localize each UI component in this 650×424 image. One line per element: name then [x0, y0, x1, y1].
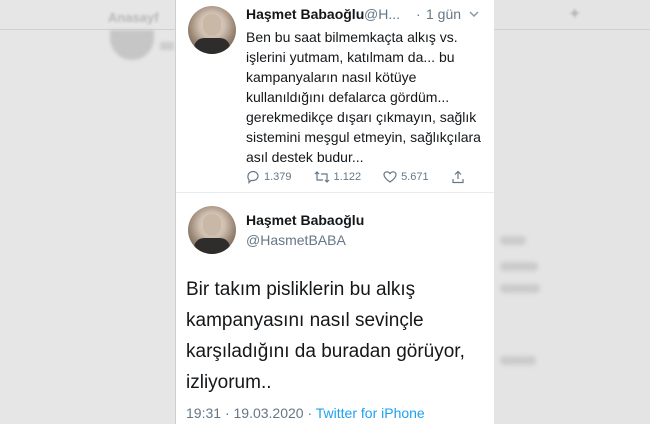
tweet2-separator: · — [307, 405, 313, 421]
retweet-icon — [314, 171, 329, 183]
tweet2-time[interactable]: 19:31 — [186, 405, 221, 421]
tweet1-author-name[interactable]: Haşmet Babaoğlu — [246, 6, 364, 22]
tweet-divider — [176, 192, 494, 193]
background-blurred-text — [500, 262, 538, 271]
share-icon — [451, 170, 464, 184]
tweet-card: Haşmet Babaoğlu @H... · 1 gün Ben bu saa… — [176, 0, 494, 424]
retweet-button[interactable]: 1.122 — [314, 170, 362, 184]
tweet2-meta: 19:31 · 19.03.2020 · Twitter for iPhone — [186, 405, 425, 421]
background-left-panel — [0, 0, 176, 424]
avatar[interactable] — [188, 206, 236, 254]
background-blurred-text — [500, 236, 526, 245]
like-icon — [383, 171, 397, 183]
tweet1-separator: · — [416, 6, 421, 22]
reply-button[interactable]: 1.379 — [246, 170, 292, 184]
tweet2-author-handle[interactable]: @HasmetBABA — [246, 232, 346, 248]
tweet2-source-link[interactable]: Twitter for iPhone — [316, 405, 425, 421]
avatar[interactable] — [188, 6, 236, 54]
like-count: 5.671 — [401, 171, 429, 183]
sparkle-icon: ✦ — [568, 6, 582, 23]
chevron-down-icon[interactable] — [468, 8, 480, 20]
tweet2-text: Bir takım pisliklerin bu alkış kampanyas… — [186, 279, 465, 393]
tweet1-actions: 1.379 1.122 5.671 — [246, 168, 476, 186]
tweet2-separator: · — [224, 405, 230, 421]
tweet2-author-name[interactable]: Haşmet Babaoğlu — [246, 212, 364, 228]
share-button[interactable] — [451, 170, 469, 184]
tweet1-time[interactable]: 1 gün — [426, 6, 461, 22]
retweet-count: 1.122 — [333, 171, 362, 183]
reply-icon — [247, 170, 259, 184]
tweet1-text: Ben bu saat bilmemkaçta alkış vs. işleri… — [246, 29, 481, 165]
background-nav-title: Anasayf — [108, 10, 159, 25]
background-blurred-text — [160, 42, 174, 50]
tweet1-author-handle[interactable]: @H... — [364, 6, 400, 22]
background-blurred-text — [500, 284, 540, 293]
background-blurred-text — [500, 356, 536, 365]
reply-count: 1.379 — [264, 171, 292, 183]
like-button[interactable]: 5.671 — [383, 170, 429, 184]
tweet2-date[interactable]: 19.03.2020 — [234, 405, 304, 421]
